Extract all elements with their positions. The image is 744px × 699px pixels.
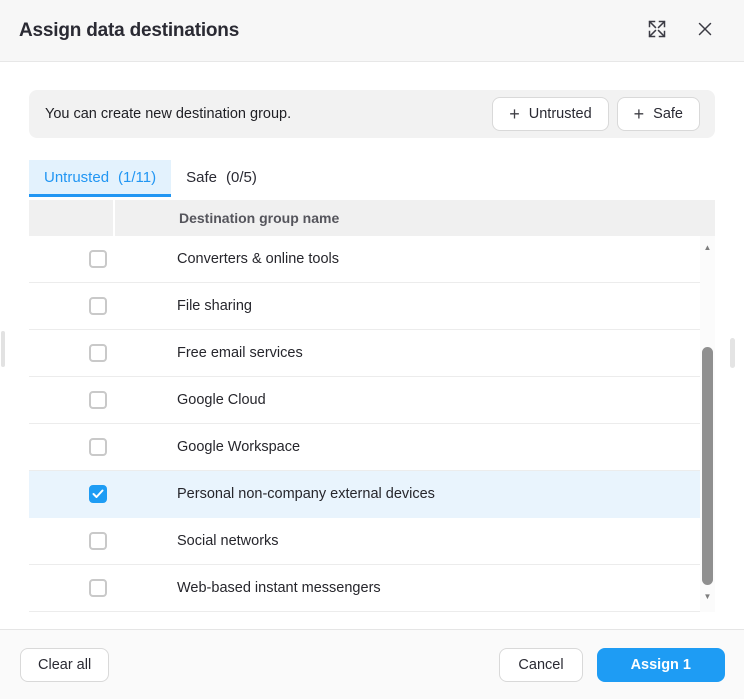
expand-icon [648,20,666,41]
clear-all-button[interactable]: Clear all [20,647,110,682]
row-group-name: Social networks [177,533,279,549]
row-checkbox-cell [29,297,113,315]
scrollbar-thumb[interactable] [702,347,713,585]
add-safe-group-button[interactable]: + Safe [616,97,700,131]
row-group-name: File sharing [177,298,252,314]
plus-icon: + [633,103,645,124]
row-checkbox-cell [29,532,113,550]
tab-safe[interactable]: Safe (0/5) [171,160,272,197]
add-untrusted-group-button[interactable]: + Untrusted [492,97,609,131]
check-icon [92,489,104,498]
assign-destinations-dialog: Assign data destinations You can create … [0,0,744,699]
add-untrusted-label: Untrusted [528,106,592,122]
table-row[interactable]: Social networks [29,518,715,565]
row-checkbox[interactable] [89,297,107,315]
add-safe-label: Safe [653,106,683,122]
row-group-name: Google Workspace [177,439,301,455]
row-checkbox[interactable] [89,579,107,597]
assign-button[interactable]: Assign 1 [596,647,725,682]
header-icons [648,20,713,41]
table-row[interactable]: Web-based instant messengers [29,565,715,612]
row-group-name: Free email services [177,345,303,361]
row-checkbox[interactable] [89,344,107,362]
scroll-up-icon[interactable]: ▲ [700,244,715,252]
close-icon [697,21,713,40]
destination-tabs: Untrusted (1/11) Safe (0/5) [29,160,715,197]
plus-icon: + [509,103,520,124]
tab-untrusted[interactable]: Untrusted (1/11) [29,160,172,197]
row-group-name: Web-based instant messengers [177,580,381,596]
row-group-name: Converters & online tools [177,251,339,267]
row-checkbox[interactable] [89,532,107,550]
dialog-title: Assign data destinations [19,19,240,41]
dialog-header: Assign data destinations [0,0,744,62]
expand-button[interactable] [648,20,666,41]
close-button[interactable] [697,21,713,40]
page-scrollbar-fragment-left [1,331,5,367]
row-checkbox-cell [29,579,113,597]
table-row[interactable]: File sharing [29,283,715,330]
scroll-down-icon[interactable]: ▼ [700,593,715,601]
row-checkbox-cell [29,438,113,456]
row-checkbox-cell [29,485,113,503]
row-group-name: Google Cloud [177,392,266,408]
name-column-header: Destination group name [115,200,715,236]
cancel-button[interactable]: Cancel [499,647,583,682]
destination-groups-table: Destination group name Converters & onli… [29,200,715,612]
row-checkbox-cell [29,391,113,409]
table-row[interactable]: Free email services [29,330,715,377]
table-row[interactable]: Google Cloud [29,377,715,424]
row-group-name: Personal non-company external devices [177,486,435,502]
dialog-footer: Clear all Cancel Assign 1 [0,629,744,699]
table-header-row: Destination group name [29,200,715,236]
row-checkbox[interactable] [89,250,107,268]
create-group-banner: You can create new destination group. + … [29,90,715,138]
row-checkbox[interactable] [89,438,107,456]
tab-untrusted-count: (1/11) [118,168,157,186]
tab-untrusted-label: Untrusted [44,168,110,186]
table-scrollbar[interactable]: ▲ ▼ [700,236,715,612]
row-checkbox[interactable] [89,485,107,503]
table-body: Converters & online tools File sharing F… [29,236,715,612]
tab-safe-label: Safe [186,168,217,186]
page-scrollbar-fragment-right [730,338,735,368]
table-row[interactable]: Personal non-company external devices [29,471,715,518]
table-row[interactable]: Google Workspace [29,424,715,471]
dialog-content: You can create new destination group. + … [0,90,744,612]
row-checkbox-cell [29,344,113,362]
checkbox-column-header [29,200,113,236]
table-row[interactable]: Converters & online tools [29,236,715,283]
row-checkbox[interactable] [89,391,107,409]
tab-safe-count: (0/5) [225,168,257,186]
row-checkbox-cell [29,250,113,268]
banner-message: You can create new destination group. [45,106,292,122]
